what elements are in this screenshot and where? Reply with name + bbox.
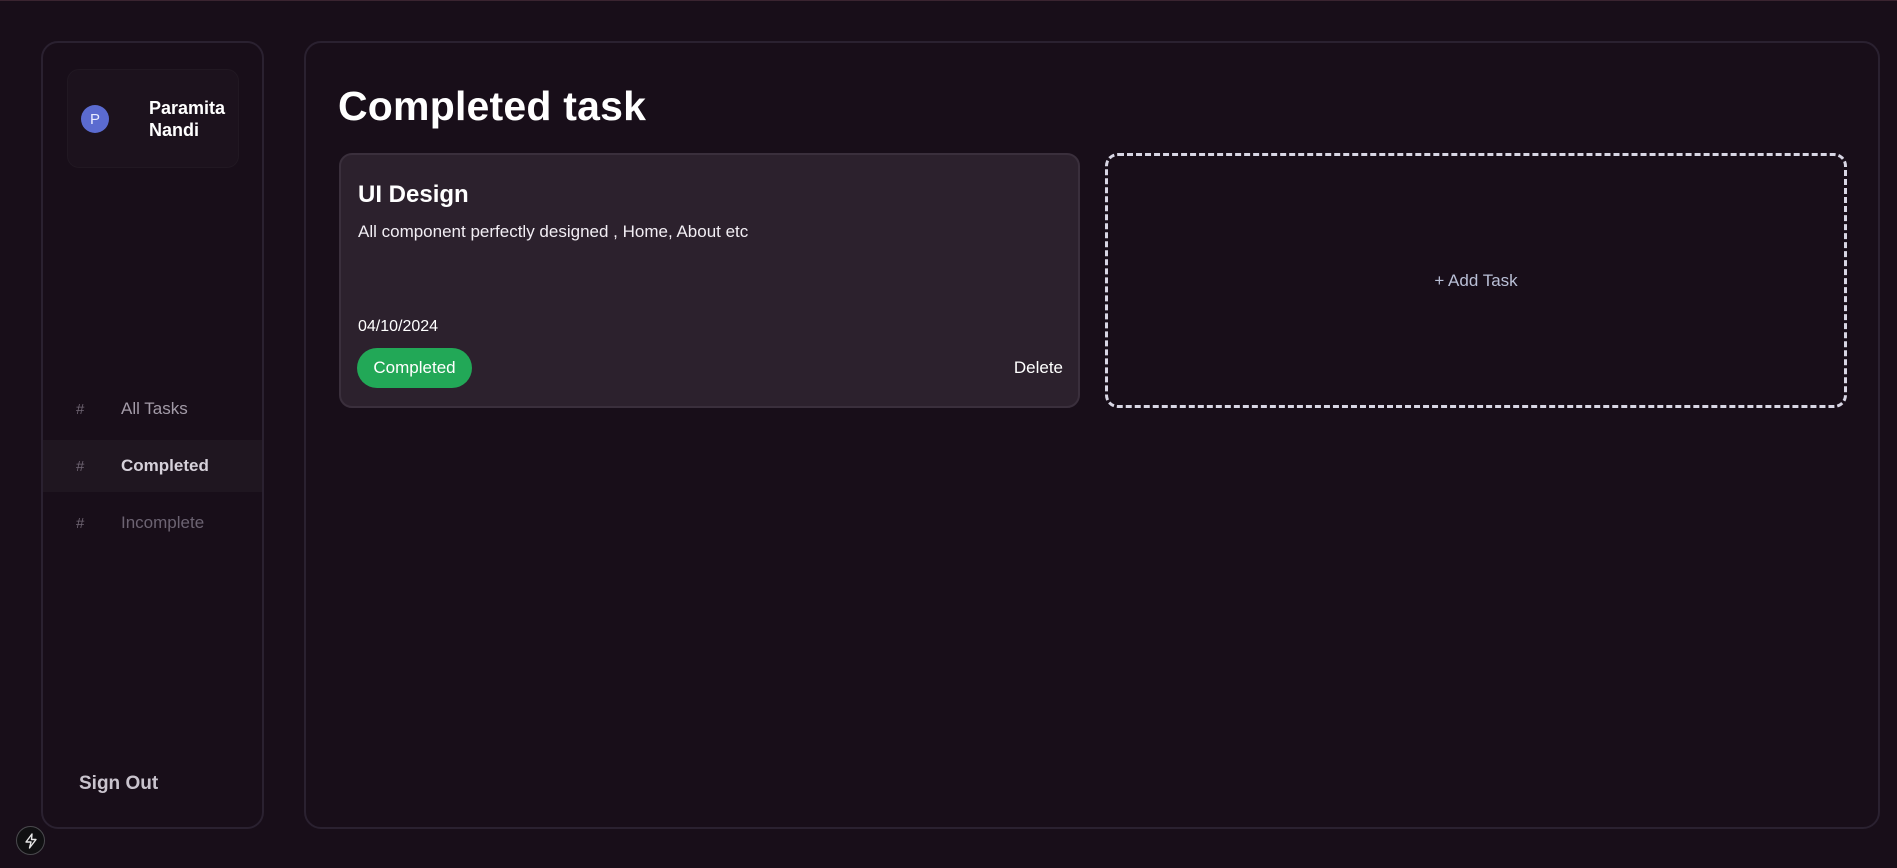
add-task-label: + Add Task (1434, 270, 1518, 290)
sidebar-item-label: Incomplete (121, 513, 205, 532)
task-date: 04/10/2024 (358, 318, 439, 335)
bolt-glyph (24, 832, 37, 849)
task-description: All component perfectly designed , Home,… (358, 222, 749, 241)
hash-icon: # (76, 457, 85, 475)
task-status-button[interactable]: Completed (357, 348, 472, 388)
top-border (0, 0, 1897, 1)
sidebar-item-incomplete[interactable]: # Incomplete (43, 497, 262, 549)
sidebar-item-completed[interactable]: # Completed (43, 440, 262, 492)
lightning-bolt-icon[interactable] (16, 826, 45, 855)
sidebar: P Paramita Nandi # All Tasks # Completed… (41, 41, 264, 829)
page-title: Completed task (338, 83, 647, 129)
hash-icon: # (76, 514, 85, 532)
sidebar-item-label: All Tasks (121, 399, 188, 418)
profile-card: P Paramita Nandi (67, 69, 239, 168)
add-task-button[interactable]: + Add Task (1105, 153, 1847, 408)
task-title: UI Design (358, 181, 469, 208)
sign-out-button[interactable]: Sign Out (79, 773, 158, 795)
delete-task-button[interactable]: Delete (1014, 358, 1063, 378)
avatar: P (81, 105, 109, 133)
sidebar-item-label: Completed (121, 456, 209, 475)
sidebar-nav: # All Tasks # Completed # Incomplete (43, 383, 262, 554)
main-panel: Completed task UI Design All component p… (304, 41, 1880, 829)
profile-name: Paramita Nandi (149, 98, 226, 140)
hash-icon: # (76, 400, 85, 418)
sidebar-item-all-tasks[interactable]: # All Tasks (43, 383, 262, 435)
task-card: UI Design All component perfectly design… (339, 153, 1080, 408)
